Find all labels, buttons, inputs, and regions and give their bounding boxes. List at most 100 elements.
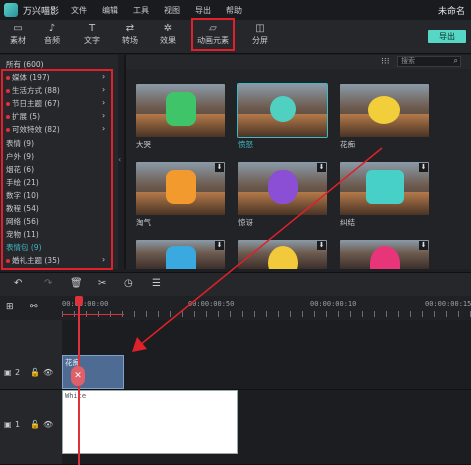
element-thumbnail[interactable]: ⬇ — [238, 162, 327, 215]
element-thumbnail[interactable]: ⬇ — [340, 162, 429, 215]
transition-icon: ⇄ — [125, 23, 135, 34]
selection-range — [62, 314, 124, 315]
thumbnail-label: 花痴 — [340, 140, 355, 149]
tab-media-label: 素材 — [10, 36, 26, 45]
elements-tab-highlight — [191, 18, 235, 51]
tab-audio-label: 音频 — [44, 36, 60, 45]
split-screen-icon: ◫ — [255, 23, 265, 34]
element-thumbnail[interactable] — [136, 84, 225, 137]
text-icon: T — [88, 23, 96, 34]
category-list-highlight — [1, 69, 113, 270]
sidebar-item-label: 所有 (600) — [6, 60, 44, 69]
search-placeholder: 搜索 — [401, 57, 415, 65]
lock-icon[interactable]: 🔓 — [30, 420, 40, 429]
download-icon[interactable]: ⬇ — [419, 163, 428, 172]
tab-split-screen-label: 分屏 — [252, 36, 268, 45]
menu-file[interactable]: 文件 — [71, 5, 87, 16]
duration-icon[interactable]: ◷ — [124, 278, 133, 289]
element-thumbnail[interactable] — [237, 83, 328, 138]
search-input[interactable]: 搜索 ⌕ — [397, 56, 461, 67]
element-thumbnail[interactable]: ⬇ — [136, 162, 225, 215]
link-icon[interactable]: ⚯ — [30, 302, 38, 312]
thumbnail-label: 愤怒 — [238, 140, 253, 149]
tab-transitions[interactable]: ⇄ 转场 — [118, 23, 142, 51]
track-header-2: ▣ 2 🔓 👁 — [0, 320, 62, 390]
download-icon[interactable]: ⬇ — [317, 241, 326, 250]
eye-icon[interactable]: 👁 — [43, 368, 53, 377]
project-name: 未命名 — [437, 7, 465, 17]
download-icon[interactable]: ⬇ — [215, 241, 224, 250]
timecode-label: 00:00:00:15 — [425, 300, 471, 308]
tab-media[interactable]: ▭ 素材 — [6, 23, 30, 51]
track-type-icon: ▣ — [4, 420, 12, 429]
tab-transitions-label: 转场 — [122, 36, 138, 45]
track-number: 2 — [15, 368, 21, 377]
thumbnail-label: 惊讶 — [238, 218, 253, 227]
cut-icon[interactable]: ✂ — [98, 278, 106, 289]
menu-view[interactable]: 视图 — [164, 5, 180, 16]
pink-face-icon — [370, 246, 400, 269]
element-thumbnail[interactable]: ⬇ — [340, 240, 429, 269]
folder-icon: ▭ — [13, 23, 23, 34]
crying-face-icon — [166, 92, 196, 126]
timecode-label: 00:00:00:10 — [310, 300, 357, 308]
heart-eyes-face-icon — [368, 96, 400, 124]
angry-face-icon — [270, 96, 296, 122]
adjust-icon[interactable]: ☰ — [152, 278, 161, 289]
redo-icon[interactable]: ↷ — [44, 278, 52, 289]
download-icon[interactable]: ⬇ — [317, 163, 326, 172]
app-logo-icon — [4, 3, 18, 17]
naughty-face-icon — [166, 170, 196, 204]
thumbnail-label: 淘气 — [136, 218, 151, 227]
search-icon: ⌕ — [453, 56, 458, 65]
title-bar: 万兴喵影 文件 编辑 工具 视图 导出 帮助 未命名 — [0, 0, 471, 20]
download-icon[interactable]: ⬇ — [215, 163, 224, 172]
tab-text-label: 文字 — [84, 36, 100, 45]
element-thumbnail[interactable]: ⬇ — [136, 240, 225, 269]
lock-icon[interactable]: 🔓 — [30, 368, 40, 377]
app-name: 万兴喵影 — [23, 6, 60, 17]
menu-tools[interactable]: 工具 — [133, 5, 149, 16]
tab-effects[interactable]: ✲ 效果 — [156, 23, 180, 51]
menu-help[interactable]: 帮助 — [226, 5, 242, 16]
effects-icon: ✲ — [163, 23, 173, 34]
element-thumbnail[interactable] — [340, 84, 429, 137]
video-editor-window: 万兴喵影 文件 编辑 工具 视图 导出 帮助 未命名 ▭ 素材 ♪ 音频 T 文… — [0, 0, 471, 465]
confused-face-icon — [366, 170, 404, 204]
search-row: ⁝⁝⁝ 搜索 ⌕ — [126, 55, 471, 69]
thumbnail-label: 大哭 — [136, 140, 151, 149]
thumbnail-label: 纠结 — [340, 218, 355, 227]
track-type-icon: ▣ — [4, 368, 12, 377]
timeline-ruler[interactable]: ⊞ ⚯ 00:00:00:00 00:00:00:50 00:00:00:10 … — [0, 296, 471, 320]
tab-effects-label: 效果 — [160, 36, 176, 45]
track-number: 1 — [15, 420, 21, 429]
grid-view-icon[interactable]: ⁝⁝⁝ — [381, 57, 390, 67]
element-thumbnail[interactable]: ⬇ — [238, 240, 327, 269]
timecode-label: 00:00:00:00 — [62, 300, 109, 308]
cool-face-icon — [166, 246, 196, 269]
eye-icon[interactable]: 👁 — [43, 420, 53, 429]
timeline-toolbar: ↶ ↷ 🗑 ✂ ◷ ☰ — [0, 272, 471, 296]
music-note-icon: ♪ — [48, 23, 56, 34]
track-header-1: ▣ 1 🔓 👁 — [0, 390, 62, 465]
playhead-marker-icon[interactable]: ✕ — [71, 366, 85, 386]
tab-text[interactable]: T 文字 — [80, 23, 104, 51]
main-toolbar: ▭ 素材 ♪ 音频 T 文字 ⇄ 转场 ✲ 效果 ▱ 动画元素 ◫ 分屏 — [0, 20, 471, 54]
playhead-handle[interactable] — [75, 296, 83, 306]
surprised-face-icon — [268, 170, 298, 204]
menu-edit[interactable]: 编辑 — [102, 5, 118, 16]
elements-grid: ⁝⁝⁝ 搜索 ⌕ 大哭 愤怒 花痴 ⬇ 淘气 ⬇ 惊讶 ⬇ 纠结 ⬇ ⬇ ⬇ — [126, 55, 471, 269]
clip-label: White — [65, 392, 87, 400]
export-button[interactable]: 导出 — [428, 30, 466, 43]
menu-export[interactable]: 导出 — [195, 5, 211, 16]
menu-bar: 文件 编辑 工具 视图 导出 帮助 — [71, 5, 257, 16]
delete-icon[interactable]: 🗑 — [70, 278, 83, 289]
add-track-icon[interactable]: ⊞ — [6, 302, 14, 312]
tab-split-screen[interactable]: ◫ 分屏 — [248, 23, 272, 51]
timecode-label: 00:00:00:50 — [188, 300, 235, 308]
tab-audio[interactable]: ♪ 音频 — [40, 23, 64, 51]
smile-face-icon — [268, 246, 298, 269]
download-icon[interactable]: ⬇ — [419, 241, 428, 250]
white-clip[interactable]: White — [62, 390, 238, 454]
undo-icon[interactable]: ↶ — [14, 278, 22, 289]
